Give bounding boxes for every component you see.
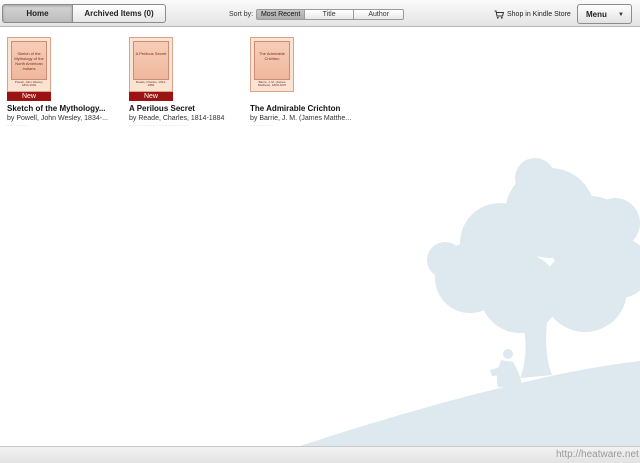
toolbar: Home Archived Items (0) Sort by: Most Re… <box>0 0 640 27</box>
status-bar <box>0 446 640 463</box>
menu-button[interactable]: Menu ▼ <box>577 4 632 24</box>
sort-title-button[interactable]: Title <box>305 8 355 20</box>
cover-title: The Admirable Crichton <box>259 51 285 61</box>
menu-label: Menu <box>586 9 607 19</box>
book-author: by Reade, Charles, 1814-1884 <box>129 115 225 122</box>
cover-author: Powell, John Wesley, 1834-1902 <box>14 80 44 87</box>
tab-archived-items[interactable]: Archived Items (0) <box>73 4 166 23</box>
book-cover[interactable]: Sketch of the Mythology of the North Ame… <box>7 37 51 92</box>
book-title[interactable]: Sketch of the Mythology... <box>7 104 122 113</box>
cover-frame <box>133 41 169 80</box>
book-item[interactable]: The Admirable Crichton Barrie, J. M. (Ja… <box>250 37 365 129</box>
sort-label: Sort by: <box>229 10 254 18</box>
book-title[interactable]: A Perilous Secret <box>129 104 244 113</box>
reading-progress-dots: ······· <box>7 123 28 129</box>
library-content: Sketch of the Mythology of the North Ame… <box>0 28 640 446</box>
cover-title: A Perilous Secret <box>135 51 167 56</box>
book-title[interactable]: The Admirable Crichton <box>250 104 365 113</box>
cover-title: Sketch of the Mythology of the North Ame… <box>14 51 44 71</box>
sort-control: Sort by: Most Recent Title Author <box>229 8 405 20</box>
new-badge: New <box>7 92 51 101</box>
reading-progress-dots: ········ <box>250 123 274 129</box>
book-item[interactable]: Sketch of the Mythology of the North Ame… <box>7 37 122 129</box>
book-cover[interactable]: The Admirable Crichton Barrie, J. M. (Ja… <box>250 37 294 92</box>
sort-most-recent-button[interactable]: Most Recent <box>256 8 306 20</box>
tab-home[interactable]: Home <box>2 4 73 23</box>
chevron-down-icon: ▼ <box>618 12 624 18</box>
view-tabs: Home Archived Items (0) <box>2 4 166 23</box>
book-author: by Barrie, J. M. (James Matthe... <box>250 115 352 122</box>
cart-icon <box>494 10 504 19</box>
book-cover[interactable]: A Perilous Secret Reade, Charles, 1814-1… <box>129 37 173 92</box>
cover-author: Reade, Charles, 1814-1884 <box>135 80 167 87</box>
sort-author-button[interactable]: Author <box>354 8 405 20</box>
shop-label: Shop in Kindle Store <box>507 10 571 18</box>
book-author: by Powell, John Wesley, 1834-... <box>7 115 108 122</box>
new-badge: New <box>129 92 173 101</box>
watermark-text: http://heatware.net <box>556 449 639 460</box>
shop-kindle-store-link[interactable]: Shop in Kindle Store <box>494 8 571 20</box>
cover-author: Barrie, J. M. (James Matthew), 1860-1937 <box>257 80 287 87</box>
reading-progress-dots: ···················· <box>129 123 189 129</box>
book-item[interactable]: A Perilous Secret Reade, Charles, 1814-1… <box>129 37 244 129</box>
